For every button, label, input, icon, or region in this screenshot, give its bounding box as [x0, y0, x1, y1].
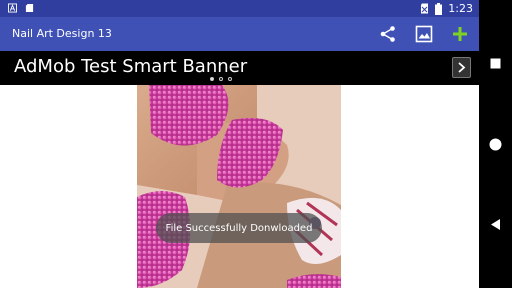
notification-a-icon: [8, 3, 17, 13]
app-toolbar: Nail Art Design 13: [0, 17, 479, 51]
ad-banner-text: AdMob Test Smart Banner: [14, 56, 248, 77]
admob-banner[interactable]: AdMob Test Smart Banner: [0, 51, 479, 85]
home-icon[interactable]: [488, 137, 503, 152]
ad-next-button[interactable]: [452, 57, 471, 78]
no-sim-icon: [421, 3, 429, 14]
app-title: Nail Art Design 13: [12, 27, 112, 40]
image-icon[interactable]: [415, 25, 433, 43]
ad-dot: [219, 77, 223, 81]
content-area: File Successfully Donwloaded: [0, 85, 479, 288]
share-icon[interactable]: [379, 25, 397, 43]
recents-icon[interactable]: [488, 56, 503, 71]
add-icon[interactable]: [451, 25, 469, 43]
battery-icon: [435, 2, 443, 15]
ad-page-indicator: [210, 77, 232, 81]
navigation-bar: [479, 0, 512, 288]
ad-dot: [210, 77, 214, 81]
toast-message: File Successfully Donwloaded: [156, 213, 322, 243]
ad-dot: [228, 77, 232, 81]
status-bar: 1:23: [0, 0, 479, 17]
chevron-right-icon: [458, 62, 466, 73]
status-time: 1:23: [448, 2, 473, 15]
nail-art-image: [137, 85, 341, 288]
back-icon[interactable]: [488, 217, 503, 232]
sd-card-icon: [25, 3, 34, 13]
